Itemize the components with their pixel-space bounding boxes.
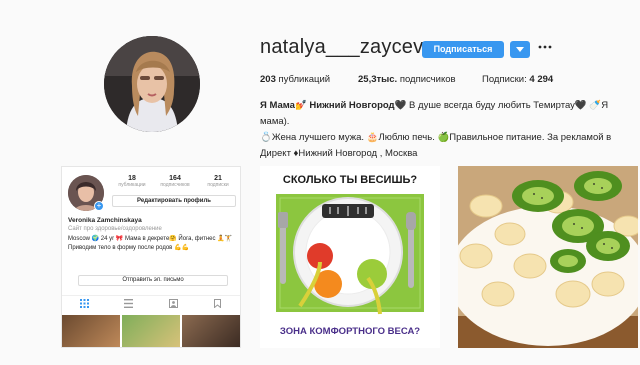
posts-label: публикаций (278, 74, 331, 85)
mini-thumb (182, 315, 240, 347)
followers-count: 25,3тыс. (358, 74, 398, 85)
mini-stat-number: 164 (169, 175, 181, 182)
profile-page: natalya___zayceva Подписаться 203 публик… (0, 0, 640, 365)
mini-bio: Moscow 🌍 24 yr 🎀 Мама в декрете🤗 Йога, ф… (68, 236, 233, 251)
mini-stat-label: подписки (207, 182, 229, 188)
mini-stat-label: публикации (118, 182, 146, 188)
mini-category: Сайт про здоровье/оздоровление (68, 226, 162, 232)
weight-post-bottom-text: ЗОНА КОМФОРТНОГО ВЕСА? (279, 326, 421, 337)
mini-stat-label: подписчиков (160, 182, 190, 188)
bio-line2: 💍Жена лучшего мужа. 🎂Люблю печь. 🍏Правил… (260, 132, 612, 143)
mini-stat: 21 подписки (198, 175, 238, 188)
following-label: Подписки: (482, 74, 527, 85)
profile-stats: 203 публикаций 25,3тыс. подписчиков Подп… (260, 74, 553, 85)
tagged-icon (168, 299, 178, 308)
chevron-down-icon (516, 47, 524, 52)
profile-bio: Я Мама💅 Нижний Новгород🖤 В душе всегда б… (260, 98, 640, 162)
post-thumbnail-3[interactable] (458, 166, 638, 348)
list-icon (124, 299, 134, 308)
profile-username: natalya___zayceva (260, 36, 435, 58)
mini-thumbnails (62, 315, 240, 347)
followers-count-stat[interactable]: 25,3тыс. подписчиков (358, 74, 482, 85)
kiwi-cake-photo (458, 166, 638, 348)
post-thumbnail-1[interactable]: + 18 публикации 164 подписчиков 21 подпи… (61, 166, 241, 348)
mini-tabs (62, 295, 240, 311)
add-story-icon: + (94, 201, 104, 211)
bio-line3: Директ ♦Нижний Новгород , Москва (260, 148, 418, 159)
mini-stats: 18 публикации 164 подписчиков 21 подписк… (112, 175, 238, 188)
mini-edit-profile-button: Редактировать профиль (112, 195, 236, 207)
mini-stat-number: 18 (128, 175, 136, 182)
follow-button[interactable]: Подписаться (422, 41, 504, 58)
grid-icon (79, 299, 89, 308)
bio-title: Я Мама💅 Нижний Новгород🖤 (260, 100, 407, 111)
followers-label: подписчиков (399, 74, 456, 85)
ellipsis-icon[interactable] (538, 43, 552, 51)
suggestions-dropdown-button[interactable] (510, 41, 530, 58)
post-thumbnail-2[interactable]: СКОЛЬКО ТЫ ВЕСИШЬ? ЗОНА КОМФОРТНОГО ВЕСА… (260, 166, 440, 348)
mini-stat: 164 подписчиков (155, 175, 195, 188)
weight-plate-illustration (276, 194, 424, 315)
bookmark-icon (214, 299, 222, 308)
posts-count-stat: 203 публикаций (260, 74, 358, 85)
mini-thumb (122, 315, 180, 347)
posts-count: 203 (260, 74, 276, 85)
mini-thumb (62, 315, 120, 347)
following-count-stat[interactable]: Подписки: 4 294 (482, 74, 553, 85)
mini-email-button: Отправить эл. письмо (78, 275, 228, 286)
mini-name: Veronika Zamchinskaya (68, 217, 142, 224)
mini-stat-number: 21 (214, 175, 222, 182)
profile-avatar[interactable] (104, 36, 200, 132)
mini-stat: 18 публикации (112, 175, 152, 188)
following-count: 4 294 (529, 74, 554, 85)
